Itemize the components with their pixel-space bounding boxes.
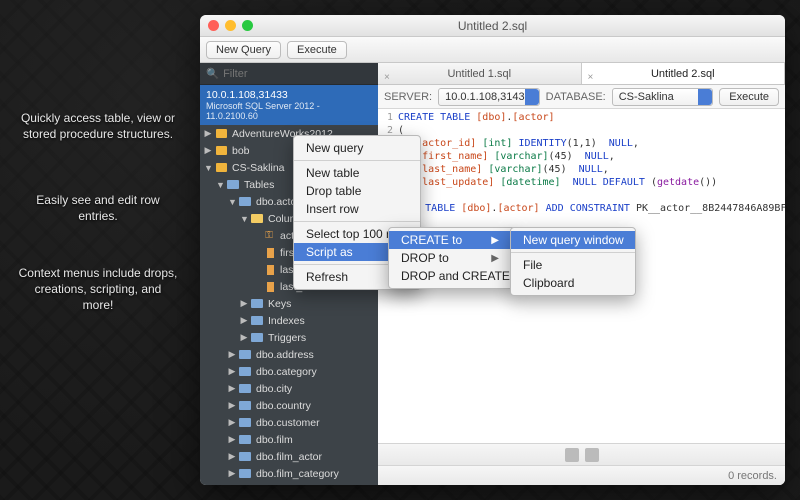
database-label: DATABASE: [546,91,606,103]
close-icon[interactable]: × [384,67,390,89]
toolbar: New Query Execute [200,37,785,63]
table-node[interactable]: ▶dbo.film_category [200,465,378,482]
ctx-file[interactable]: File [511,256,635,274]
ctx-drop-table[interactable]: Drop table [294,182,420,200]
table-node[interactable]: ▶dbo.film_text [200,482,378,485]
connection-sub: Microsoft SQL Server 2012 - 11.0.2100.60 [206,101,372,121]
promo-text-1: Quickly access table, view or stored pro… [18,110,178,142]
table-node[interactable]: ▶dbo.film [200,431,378,448]
ctx-create-to[interactable]: CREATE to▶ [389,231,515,249]
server-label: SERVER: [384,91,432,103]
triggers-folder[interactable]: ▶Triggers [200,329,378,346]
server-bar: SERVER: 10.0.1.108,31433 DATABASE: CS-Sa… [378,85,785,109]
close-icon[interactable]: × [588,67,594,89]
table-node[interactable]: ▶dbo.film_actor [200,448,378,465]
tab-untitled-1[interactable]: ×Untitled 1.sql [378,63,582,84]
table-node[interactable]: ▶dbo.city [200,380,378,397]
filter-input[interactable] [223,68,372,80]
indexes-folder[interactable]: ▶Indexes [200,312,378,329]
script-as-submenu: CREATE to▶ DROP to▶ DROP and CREATE to▶ [388,227,516,289]
ctx-new-table[interactable]: New table [294,164,420,182]
server-select[interactable]: 10.0.1.108,31433 [438,88,540,106]
promo-text-2: Easily see and edit row entries. [18,192,178,224]
table-node[interactable]: ▶dbo.category [200,363,378,380]
execute-button[interactable]: Execute [287,41,347,59]
window-title: Untitled 2.sql [200,19,785,33]
search-icon: 🔍 [206,67,219,80]
keys-folder[interactable]: ▶Keys [200,295,378,312]
ctx-clipboard[interactable]: Clipboard [511,274,635,292]
promo-text-3: Context menus include drops, creations, … [18,265,178,314]
ctx-drop-create-to[interactable]: DROP and CREATE to▶ [389,267,515,285]
connection-header[interactable]: 10.0.1.108,31433 Microsoft SQL Server 20… [200,85,378,125]
execute-tab-button[interactable]: Execute [719,88,779,106]
script-target-submenu: New query window File Clipboard [510,227,636,296]
database-select[interactable]: CS-Saklina [612,88,714,106]
new-query-button[interactable]: New Query [206,41,281,59]
ctx-new-query[interactable]: New query [294,139,420,157]
titlebar: Untitled 2.sql [200,15,785,37]
tab-untitled-2[interactable]: ×Untitled 2.sql [582,63,786,84]
table-node[interactable]: ▶dbo.customer [200,414,378,431]
record-count: 0 records. [728,470,777,482]
status-bar: 0 records. [378,465,785,485]
chevron-right-icon: ▶ [491,235,499,246]
chevron-right-icon: ▶ [491,253,499,264]
text-view-icon[interactable] [585,448,599,462]
results-toolbar [378,443,785,465]
editor-tabs: ×Untitled 1.sql ×Untitled 2.sql [378,63,785,85]
table-node[interactable]: ▶dbo.address [200,346,378,363]
sidebar-search[interactable]: 🔍 [200,63,378,85]
table-node[interactable]: ▶dbo.country [200,397,378,414]
grid-view-icon[interactable] [565,448,579,462]
connection-host: 10.0.1.108,31433 [206,89,372,101]
ctx-drop-to[interactable]: DROP to▶ [389,249,515,267]
ctx-new-query-window[interactable]: New query window [511,231,635,249]
ctx-insert-row[interactable]: Insert row [294,200,420,218]
